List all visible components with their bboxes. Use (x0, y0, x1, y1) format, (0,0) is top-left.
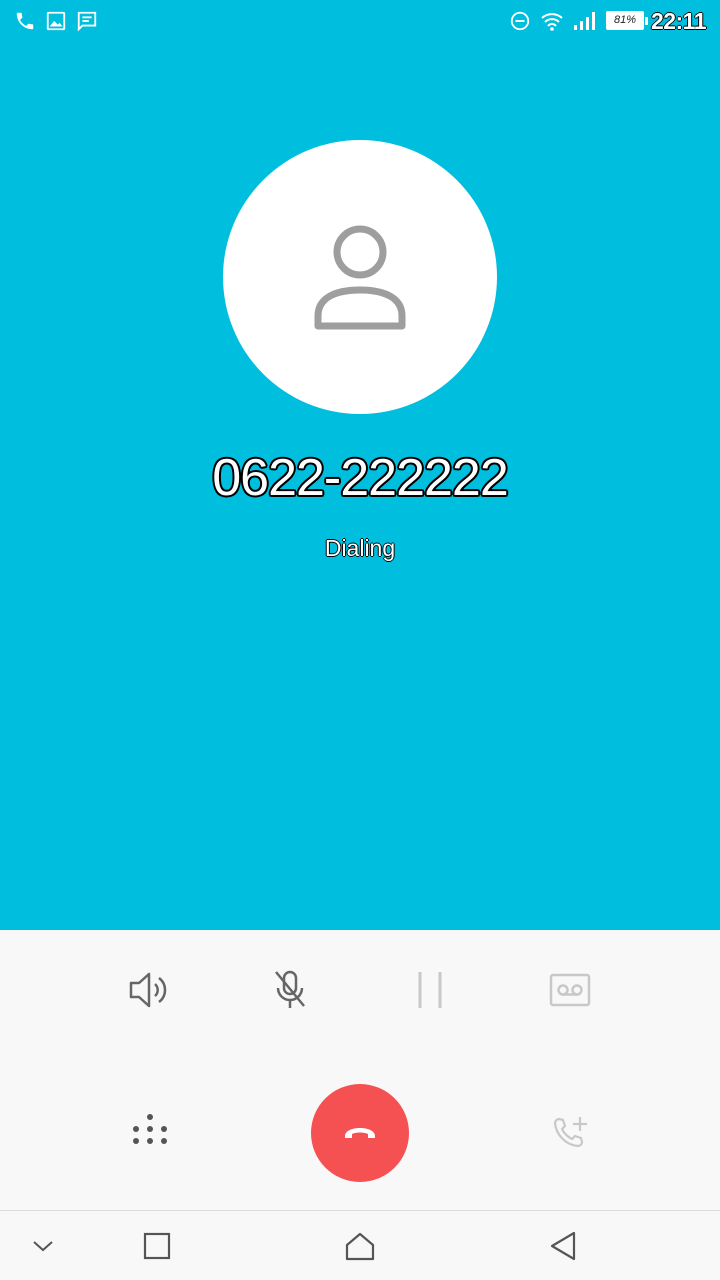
image-icon (45, 10, 67, 37)
speaker-icon (129, 972, 167, 1008)
record-button[interactable] (530, 950, 610, 1030)
dialpad-button[interactable] (110, 1093, 190, 1173)
wifi-icon (540, 10, 564, 37)
record-icon (549, 973, 591, 1007)
mute-button[interactable] (250, 950, 330, 1030)
status-time: 22:11 (650, 8, 707, 34)
recents-button[interactable] (122, 1211, 192, 1280)
add-call-button[interactable] (530, 1093, 610, 1173)
add-call-icon (553, 1117, 587, 1148)
back-button[interactable] (528, 1211, 598, 1280)
speaker-button[interactable] (110, 950, 190, 1030)
contact-avatar (223, 140, 497, 414)
hold-button[interactable] (390, 950, 470, 1030)
call-status: Dialing (324, 535, 396, 561)
mute-icon (275, 970, 305, 1008)
navigation-bar (0, 1210, 720, 1280)
hang-up-icon (345, 1128, 375, 1138)
message-icon (76, 10, 98, 37)
caller-number: 0622-222222 (212, 449, 509, 507)
end-call-button[interactable] (311, 1084, 409, 1182)
battery-level: 81% (613, 14, 637, 26)
dialpad-icon (133, 1114, 167, 1144)
status-bar: 81% 22:11 (0, 0, 720, 42)
back-icon (550, 1231, 576, 1261)
hide-nav-button[interactable] (8, 1211, 78, 1280)
do-not-disturb-icon (509, 10, 531, 37)
home-icon (345, 1232, 375, 1261)
chevron-down-icon (33, 1241, 53, 1252)
person-icon (314, 225, 406, 330)
recents-icon (143, 1232, 171, 1260)
signal-icon (573, 10, 599, 37)
hold-icon (418, 972, 442, 1008)
home-button[interactable] (325, 1211, 395, 1280)
battery-icon: 81% (606, 11, 648, 30)
phone-icon (14, 10, 36, 37)
